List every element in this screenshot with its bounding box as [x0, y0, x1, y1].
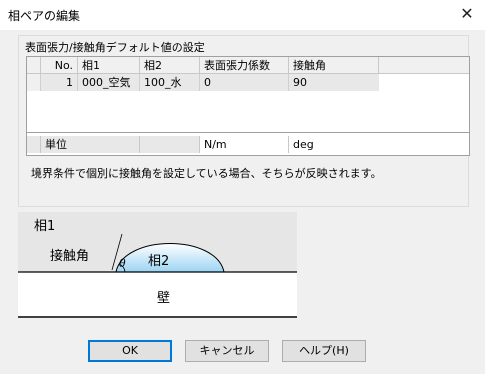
column-header-phase1[interactable]: 相1 [78, 57, 140, 74]
contact-angle-label: 接触角 [50, 248, 89, 264]
unit-phase2-blank [140, 136, 200, 153]
group-label: 表面張力/接触角デフォルト値の設定 [25, 41, 205, 54]
column-header-no[interactable]: No. [41, 57, 78, 74]
unit-angle: deg [289, 136, 469, 153]
phase2-label: 相2 [148, 254, 169, 269]
cell-phase1[interactable]: 000_空気 [78, 74, 140, 91]
column-header-angle[interactable]: 接触角 [289, 57, 379, 74]
cell-phase2[interactable]: 100_水 [140, 74, 200, 91]
column-header-tension[interactable]: 表面張力係数 [200, 57, 289, 74]
note-text: 境界条件で個別に接触角を設定している場合、そちらが反映されます。 [31, 167, 382, 180]
title-bar: 相ペアの編集 ✕ [0, 0, 485, 30]
row-header-corner [27, 57, 41, 74]
phase1-label: 相1 [34, 219, 55, 234]
unit-row: 単位 N/m deg [27, 136, 469, 153]
row-header[interactable] [27, 74, 41, 91]
column-header-phase2[interactable]: 相2 [140, 57, 200, 74]
table-row[interactable]: 1 000_空気 100_水 0 90 [27, 74, 469, 91]
help-button[interactable]: ヘルプ(H) [282, 340, 366, 362]
grid-header-row: No. 相1 相2 表面張力係数 接触角 [27, 57, 469, 74]
theta-label: θ [119, 257, 126, 270]
window-title: 相ペアの編集 [8, 9, 81, 23]
column-header-filler [379, 57, 469, 74]
cell-no[interactable]: 1 [41, 74, 78, 91]
wall-label: 壁 [157, 291, 170, 306]
cell-tension[interactable]: 0 [200, 74, 289, 91]
cell-angle[interactable]: 90 [289, 74, 379, 91]
contact-angle-diagram: 相1 接触角 θ 相2 壁 [18, 212, 297, 318]
phase-pair-grid[interactable]: No. 相1 相2 表面張力係数 接触角 1 000_空気 100_水 0 90… [26, 56, 470, 156]
unit-label: 単位 [41, 136, 140, 153]
ok-button[interactable]: OK [88, 340, 172, 362]
unit-tension: N/m [200, 136, 289, 153]
unit-row-header [27, 136, 41, 153]
close-icon[interactable]: ✕ [449, 0, 485, 30]
cancel-button[interactable]: キャンセル [185, 340, 269, 362]
unit-separator [27, 132, 469, 133]
